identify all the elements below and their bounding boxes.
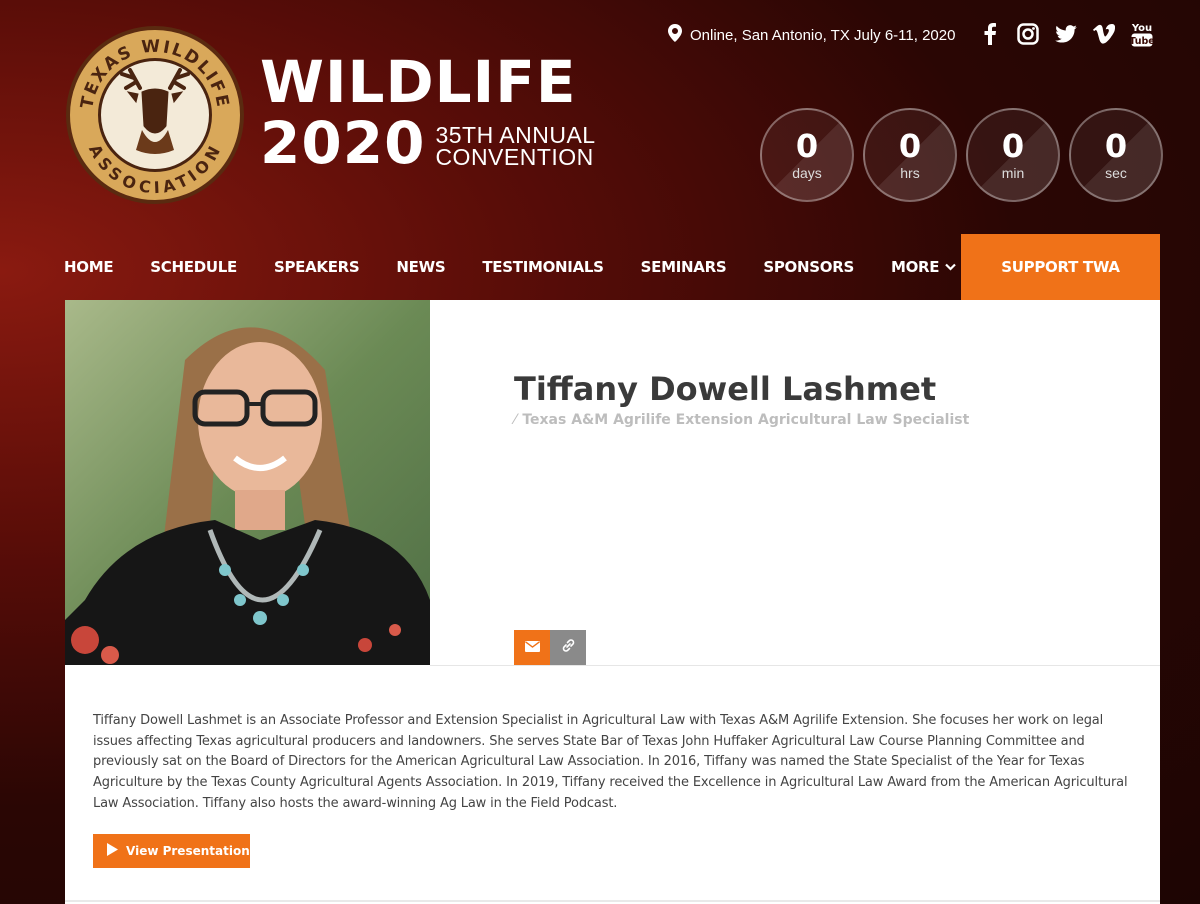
wordmark-title: WILDLIFE — [260, 48, 577, 116]
countdown-seconds-unit: sec — [1105, 165, 1127, 181]
wordmark-sub-convention: CONVENTION — [435, 144, 594, 170]
wordmark-year: 2020 — [260, 109, 426, 177]
nav-item-seminars[interactable]: SEMINARS — [641, 258, 727, 276]
countdown-minutes: 0 min — [966, 108, 1060, 202]
speaker-title-text: Texas A&M Agrilife Extension Agricultura… — [522, 412, 970, 428]
view-presentation-label: View Presentation — [126, 844, 250, 858]
countdown-minutes-value: 0 — [1001, 127, 1025, 165]
map-pin-icon — [668, 24, 682, 46]
countdown-timer: 0 days 0 hrs 0 min 0 sec — [760, 108, 1163, 202]
nav-item-testimonials[interactable]: TESTIMONIALS — [482, 258, 604, 276]
card-bottom-divider — [65, 900, 1160, 902]
speaker-name: Tiffany Dowell Lashmet — [514, 370, 937, 408]
twitter-icon[interactable] — [1054, 22, 1078, 46]
vimeo-icon[interactable] — [1092, 22, 1116, 46]
speaker-title: ⁄ Texas A&M Agrilife Extension Agricultur… — [514, 412, 969, 428]
header-divider — [430, 665, 1160, 666]
main-nav: HOME SCHEDULE SPEAKERS NEWS TESTIMONIALS… — [64, 234, 1160, 300]
nav-item-more[interactable]: MORE — [890, 258, 957, 276]
nav-item-speakers[interactable]: SPEAKERS — [274, 258, 360, 276]
speaker-photo — [65, 300, 430, 665]
chevron-down-icon — [945, 261, 957, 274]
email-button[interactable] — [514, 630, 550, 665]
countdown-days: 0 days — [760, 108, 854, 202]
youtube-icon[interactable]: You Tube — [1130, 22, 1154, 47]
play-icon — [107, 843, 118, 859]
convention-wordmark: WILDLIFE 2020 35TH ANNUAL CONVENTION — [260, 52, 596, 172]
nav-more-label: MORE — [890, 258, 940, 276]
location-text: Online, San Antonio, TX July 6-11, 2020 — [690, 26, 956, 44]
facebook-icon[interactable] — [978, 22, 1002, 46]
countdown-days-value: 0 — [795, 127, 819, 165]
logo-ring-svg: TEXAS WILDLIFE ASSOCIATION — [77, 37, 231, 198]
speaker-contact-buttons — [514, 630, 586, 665]
deer-icon — [120, 68, 190, 154]
countdown-days-unit: days — [792, 165, 822, 181]
view-presentation-button[interactable]: View Presentation — [93, 834, 250, 868]
countdown-seconds: 0 sec — [1069, 108, 1163, 202]
svg-text:You: You — [1131, 23, 1152, 34]
title-slash-icon: ⁄ — [514, 412, 517, 428]
link-icon — [561, 638, 576, 658]
speaker-card: Tiffany Dowell Lashmet ⁄ Texas A&M Agrili… — [65, 300, 1160, 904]
speaker-bio: Tiffany Dowell Lashmet is an Associate P… — [93, 713, 1128, 811]
countdown-hours-unit: hrs — [900, 165, 920, 181]
social-links: You Tube — [978, 22, 1154, 47]
wordmark-sub-annual: 35TH ANNUAL — [435, 122, 596, 148]
instagram-icon[interactable] — [1016, 22, 1040, 46]
countdown-hours: 0 hrs — [863, 108, 957, 202]
event-location: Online, San Antonio, TX July 6-11, 2020 — [668, 24, 955, 46]
countdown-seconds-value: 0 — [1104, 127, 1128, 165]
countdown-hours-value: 0 — [898, 127, 922, 165]
countdown-minutes-unit: min — [1001, 165, 1025, 181]
nav-item-home[interactable]: HOME — [64, 258, 114, 276]
site-header: TEXAS WILDLIFE ASSOCIATION WILDLIFE 2020… — [0, 0, 1200, 234]
twa-logo[interactable]: TEXAS WILDLIFE ASSOCIATION — [66, 26, 244, 204]
support-twa-button[interactable]: SUPPORT TWA — [961, 234, 1160, 300]
nav-item-schedule[interactable]: SCHEDULE — [150, 258, 237, 276]
svg-text:Tube: Tube — [1131, 36, 1153, 47]
website-link-button[interactable] — [550, 630, 586, 665]
nav-item-news[interactable]: NEWS — [396, 258, 445, 276]
envelope-icon — [524, 639, 540, 657]
nav-item-sponsors[interactable]: SPONSORS — [763, 258, 854, 276]
